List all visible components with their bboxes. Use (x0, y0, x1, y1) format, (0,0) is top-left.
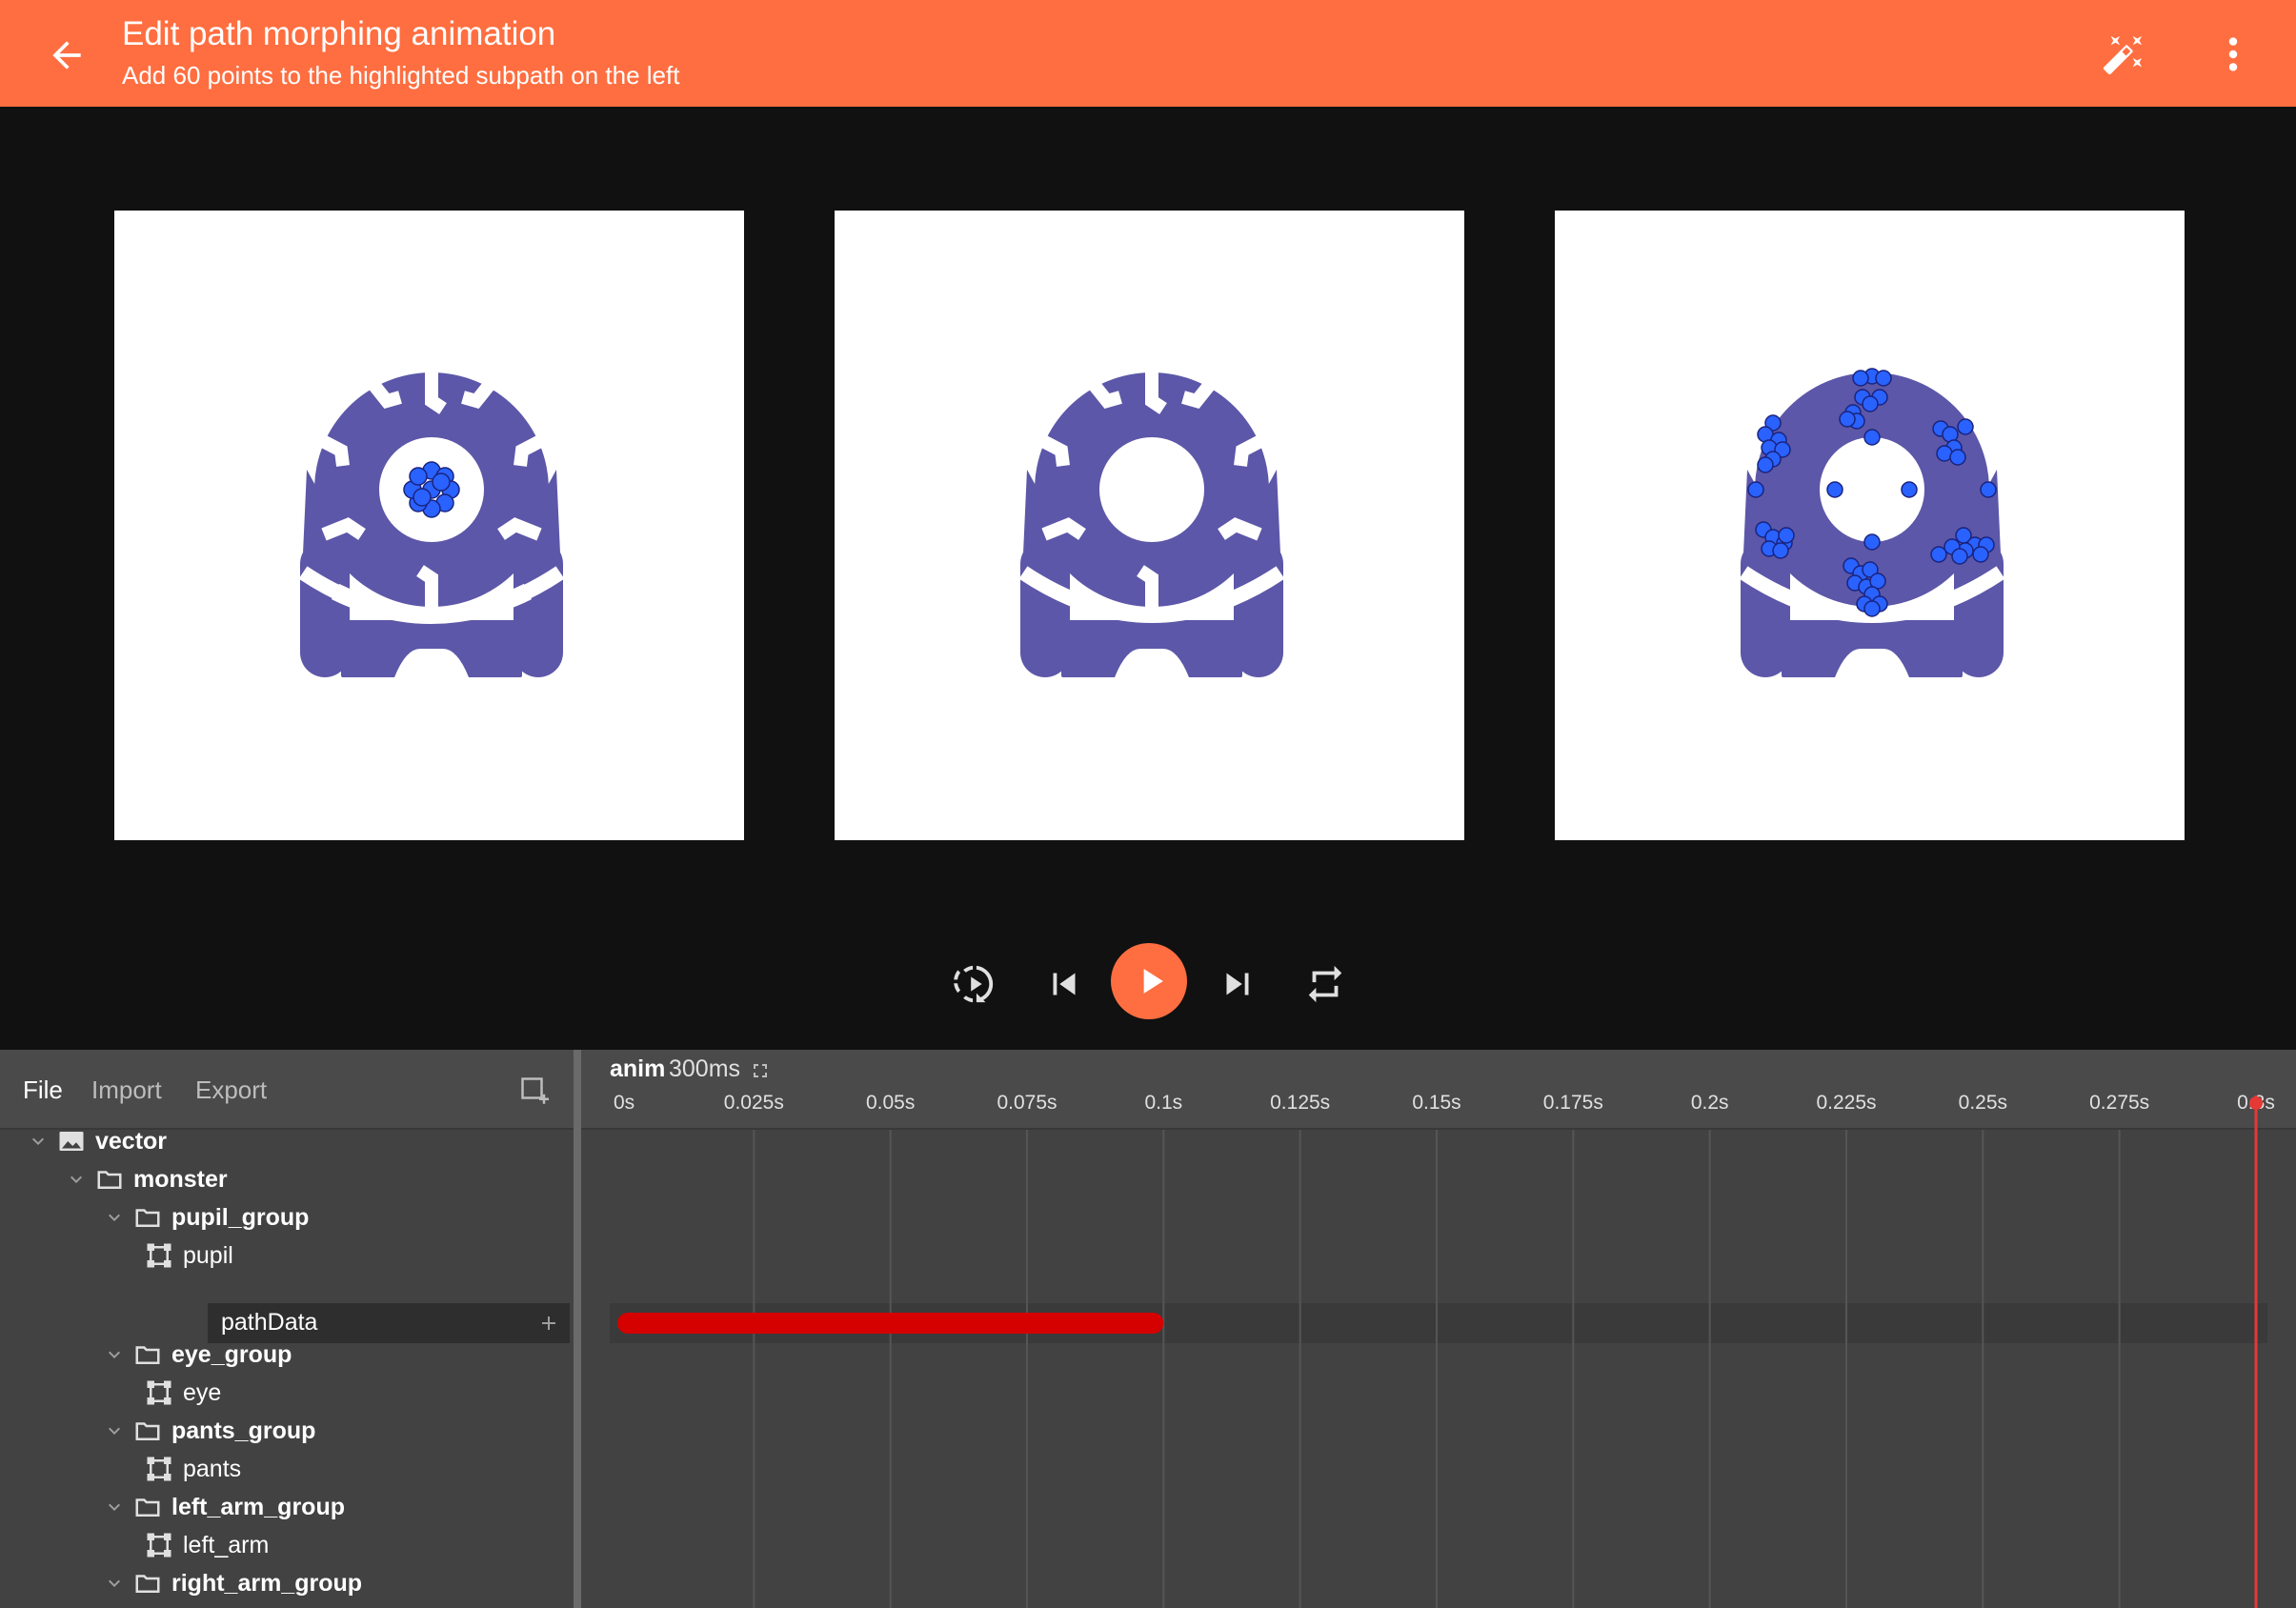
layer-label: left_arm_group (171, 1493, 345, 1520)
folder-icon (135, 1346, 160, 1364)
folder-icon (135, 1498, 160, 1517)
app-bar: Edit path morphing animation Add 60 poin… (0, 0, 2296, 107)
layer-row-pupil-group[interactable]: pupil_group (103, 1198, 309, 1236)
property-row-pathdata[interactable]: pathData (208, 1303, 570, 1343)
playhead-handle[interactable] (2249, 1096, 2263, 1110)
layer-label: monster (133, 1165, 228, 1193)
layer-toolbar: File Import Export (0, 1050, 574, 1130)
timeline-panel[interactable]: anim 300ms 0s 0.025s 0.05s 0.075s 0.1s 0.125s… (581, 1050, 2296, 1608)
path-layer-icon (147, 1457, 171, 1481)
image-icon (59, 1132, 84, 1151)
start-canvas[interactable] (114, 211, 744, 840)
export-menu[interactable]: Export (195, 1075, 267, 1105)
chevron-down-icon[interactable] (103, 1206, 126, 1229)
monster-start (298, 372, 565, 677)
layer-row-pants-group[interactable]: pants_group (103, 1412, 315, 1450)
dialog-subtitle: Add 60 points to the highlighted subpath… (122, 61, 680, 90)
preview-canvas[interactable] (835, 211, 1464, 840)
layer-row-right-arm-group[interactable]: right_arm_group (103, 1564, 362, 1602)
timeline-tracks[interactable] (581, 1050, 2296, 1608)
add-layer-icon[interactable] (520, 1076, 549, 1105)
monster-end (1739, 368, 2005, 677)
layer-label: pupil (183, 1241, 233, 1269)
layer-label: eye_group (171, 1340, 292, 1368)
panel-divider[interactable] (574, 1050, 581, 1608)
layer-label: vector (95, 1127, 168, 1155)
folder-icon (135, 1422, 160, 1440)
dialog-title: Edit path morphing animation (122, 15, 556, 52)
path-layer-icon (147, 1533, 171, 1558)
layer-row-pants[interactable]: pants (145, 1450, 241, 1488)
folder-icon (135, 1575, 160, 1593)
chevron-down-icon[interactable] (103, 1572, 126, 1595)
import-menu[interactable]: Import (91, 1075, 162, 1105)
skip-next-icon[interactable] (1216, 962, 1259, 1006)
playback-speed-icon[interactable] (953, 962, 997, 1006)
chevron-down-icon[interactable] (65, 1168, 88, 1191)
skip-previous-icon[interactable] (1042, 962, 1086, 1006)
folder-icon (135, 1209, 160, 1227)
chevron-down-icon[interactable] (27, 1130, 50, 1153)
chevron-down-icon[interactable] (103, 1419, 126, 1442)
add-keyframe-icon[interactable] (537, 1312, 560, 1335)
file-menu[interactable]: File (23, 1075, 63, 1105)
path-layer-icon (147, 1243, 171, 1268)
layer-row-monster[interactable]: monster (65, 1160, 228, 1198)
back-arrow-icon[interactable] (46, 34, 88, 76)
auto-fix-icon[interactable] (2102, 32, 2145, 76)
repeat-icon[interactable] (1303, 962, 1347, 1006)
folder-icon (97, 1171, 122, 1189)
more-vert-icon[interactable] (2214, 32, 2252, 76)
layer-label: pants_group (171, 1417, 316, 1444)
monster-illustration (298, 372, 565, 677)
layer-label: pupil_group (171, 1203, 310, 1231)
layer-label: eye (183, 1378, 222, 1406)
layer-label: left_arm (183, 1531, 270, 1558)
layer-label: pants (183, 1455, 242, 1482)
pupil-subpath-points[interactable] (403, 461, 460, 518)
monster-preview (1018, 372, 1285, 677)
play-icon (1143, 969, 1163, 994)
layer-label: right_arm_group (171, 1569, 363, 1597)
monster-illustration (1018, 372, 1285, 677)
monster-illustration (1739, 372, 2005, 677)
chevron-down-icon[interactable] (103, 1343, 126, 1366)
chevron-down-icon[interactable] (103, 1496, 126, 1518)
layer-row-left-arm-group[interactable]: left_arm_group (103, 1488, 345, 1526)
play-button[interactable] (1111, 943, 1187, 1019)
layer-row-pupil[interactable]: pupil (145, 1236, 233, 1275)
property-label: pathData (221, 1309, 318, 1336)
path-layer-icon (147, 1380, 171, 1405)
layer-row-left-arm[interactable]: left_arm (145, 1526, 269, 1564)
animation-block[interactable] (617, 1313, 1164, 1334)
end-canvas[interactable] (1555, 211, 2185, 840)
layer-row-vector[interactable]: vector (27, 1122, 167, 1160)
layer-row-eye[interactable]: eye (145, 1374, 221, 1412)
